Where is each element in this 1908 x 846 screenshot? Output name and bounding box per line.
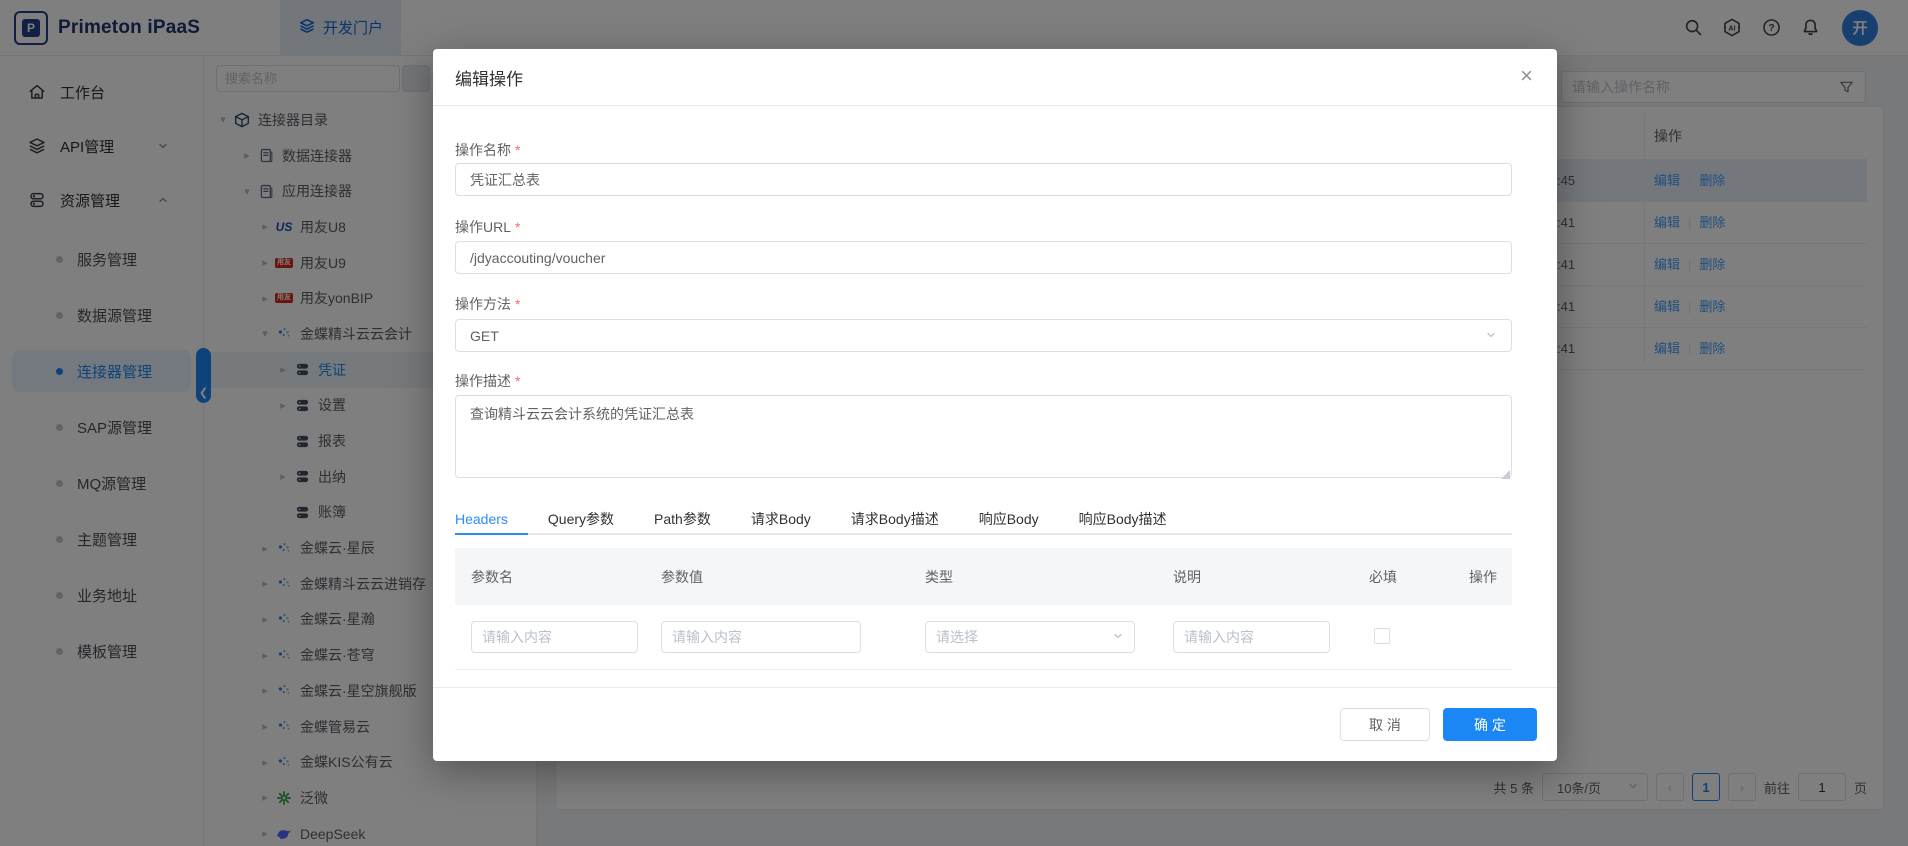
param-name-input[interactable] xyxy=(471,621,638,653)
field-label-url: 操作URL* xyxy=(455,217,1512,237)
tab-Path参数[interactable]: Path参数 xyxy=(634,505,731,533)
param-table-header: 参数名参数值类型说明必填操作 xyxy=(455,548,1512,605)
required-asterisk: * xyxy=(515,296,520,312)
param-column-header: 说明 xyxy=(1157,567,1353,587)
dialog-header: 编辑操作 × xyxy=(433,49,1557,106)
tab-响应Body描述[interactable]: 响应Body描述 xyxy=(1059,505,1187,533)
dialog-footer: 取 消 确 定 xyxy=(433,687,1557,761)
cancel-button[interactable]: 取 消 xyxy=(1340,708,1430,741)
chevron-down-icon xyxy=(1112,629,1124,645)
param-required-checkbox[interactable] xyxy=(1374,628,1390,644)
close-icon[interactable]: × xyxy=(1520,65,1533,87)
chevron-down-icon xyxy=(1485,328,1497,344)
param-desc-input[interactable] xyxy=(1173,621,1330,653)
param-column-header: 必填 xyxy=(1353,567,1453,587)
param-column-header: 参数值 xyxy=(645,567,909,587)
tab-Query参数[interactable]: Query参数 xyxy=(528,505,634,533)
field-label-method: 操作方法* xyxy=(455,294,1512,314)
operation-name-input[interactable] xyxy=(455,163,1512,196)
param-value-input[interactable] xyxy=(661,621,861,653)
required-asterisk: * xyxy=(515,142,520,158)
method-value: GET xyxy=(470,328,499,344)
resize-grip-icon[interactable] xyxy=(1501,470,1510,479)
param-tabs: HeadersQuery参数Path参数请求Body请求Body描述响应Body… xyxy=(455,505,1512,535)
operation-description-textarea[interactable]: 查询精斗云云会计系统的凭证汇总表 xyxy=(455,395,1512,478)
edit-operation-dialog: 编辑操作 × 操作名称* 操作URL* 操作方法* GET 操作描述* xyxy=(433,49,1557,761)
field-label-name: 操作名称* xyxy=(455,140,1512,160)
tab-响应Body[interactable]: 响应Body xyxy=(959,505,1059,533)
confirm-button[interactable]: 确 定 xyxy=(1443,708,1537,741)
dialog-title: 编辑操作 xyxy=(455,65,523,90)
tab-请求Body描述[interactable]: 请求Body描述 xyxy=(831,505,959,533)
operation-url-input[interactable] xyxy=(455,241,1512,274)
operation-method-select[interactable]: GET xyxy=(455,319,1512,352)
dialog-body: 操作名称* 操作URL* 操作方法* GET 操作描述* 查询精斗云云会计系统的… xyxy=(433,140,1557,670)
tab-请求Body[interactable]: 请求Body xyxy=(731,505,831,533)
required-asterisk: * xyxy=(515,373,520,389)
param-type-placeholder: 请选择 xyxy=(936,627,978,647)
required-asterisk: * xyxy=(515,219,520,235)
param-table-row: 请选择 xyxy=(455,605,1512,670)
app-root: P Primeton iPaaS 开发门户 AI?开 工作台API管理资源管理服… xyxy=(0,0,1908,846)
tab-Headers[interactable]: Headers xyxy=(455,505,528,533)
param-column-header: 类型 xyxy=(909,567,1157,587)
field-label-description: 操作描述* xyxy=(455,371,1512,391)
param-column-header: 操作 xyxy=(1453,567,1512,587)
param-type-select[interactable]: 请选择 xyxy=(925,621,1135,653)
param-column-header: 参数名 xyxy=(455,567,645,587)
